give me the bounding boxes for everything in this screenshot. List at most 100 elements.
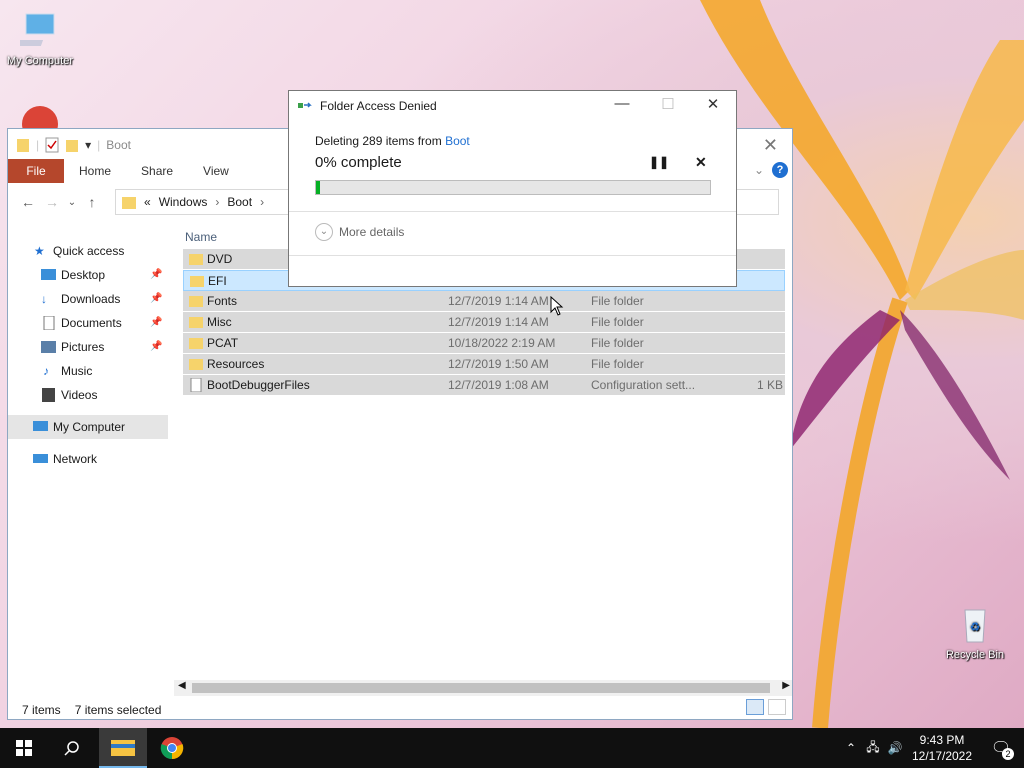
sidebar-item-label: Documents — [61, 316, 122, 330]
back-icon[interactable]: ← — [16, 194, 40, 210]
forward-icon[interactable]: → — [40, 194, 64, 210]
pin-icon[interactable]: 📌 — [150, 263, 162, 287]
sidebar-item-quick-access[interactable]: ★ Quick access — [8, 239, 168, 263]
notifications-button[interactable]: 🗨 2 — [978, 728, 1024, 768]
source-folder-link[interactable]: Boot — [445, 134, 470, 148]
file-date: 12/7/2019 1:14 AM — [448, 315, 549, 329]
sidebar-item-network[interactable]: Network — [8, 447, 168, 471]
horizontal-scrollbar[interactable]: ◀ ▶ — [174, 680, 792, 696]
sidebar-item-downloads[interactable]: ↓ Downloads 📌 — [8, 287, 168, 311]
system-tray: ⌃ 🖧 🔊 9:43 PM 12/17/2022 🗨 2 — [840, 728, 1024, 768]
mouse-cursor-icon — [550, 296, 564, 316]
sidebar-item-desktop[interactable]: Desktop 📌 — [8, 263, 168, 287]
clock[interactable]: 9:43 PM 12/17/2022 — [906, 732, 978, 764]
volume-icon[interactable]: 🔊 — [884, 741, 906, 755]
folder-icon — [189, 254, 203, 265]
table-row[interactable]: Misc 12/7/2019 1:14 AM File folder — [183, 312, 785, 333]
sidebar-item-label: Network — [53, 452, 98, 466]
sidebar-item-my-computer[interactable]: My Computer — [8, 415, 168, 439]
more-details-label: More details — [339, 225, 405, 239]
properties-icon[interactable] — [45, 137, 59, 153]
selected-count: 7 items selected — [74, 703, 162, 717]
desktop-icon-label: Recycle Bin — [945, 649, 1005, 661]
new-folder-icon[interactable] — [65, 137, 79, 153]
sidebar-item-music[interactable]: ♪ Music — [8, 359, 168, 383]
quick-access-dropdown-icon[interactable]: ▾ — [85, 138, 91, 152]
cancel-icon[interactable]: ✕ — [695, 154, 707, 171]
network-tray-icon[interactable]: 🖧 — [862, 738, 884, 759]
star-icon: ★ — [34, 244, 45, 258]
my-computer-desktop-icon[interactable]: My Computer — [0, 10, 80, 67]
tab-share[interactable]: Share — [126, 159, 188, 183]
table-row[interactable]: Fonts 12/7/2019 1:14 AM File folder — [183, 291, 785, 312]
explorer-close-button[interactable]: ✕ — [763, 135, 778, 156]
folder-icon — [189, 317, 203, 328]
folder-icon — [189, 359, 203, 370]
taskbar-file-explorer[interactable] — [99, 728, 147, 768]
scrollbar-thumb[interactable] — [192, 683, 770, 693]
tab-view[interactable]: View — [188, 159, 244, 183]
pause-icon[interactable]: ❚❚ — [649, 155, 669, 169]
chevron-down-icon: ⌄ — [315, 223, 333, 241]
sidebar-item-videos[interactable]: Videos — [8, 383, 168, 407]
operation-text: Deleting 289 items from — [315, 134, 446, 148]
large-icons-view-icon[interactable] — [768, 699, 786, 715]
search-button[interactable] — [48, 728, 96, 768]
folder-icon — [189, 296, 203, 307]
tab-home[interactable]: Home — [64, 159, 126, 183]
divider — [289, 211, 736, 212]
desktop-icon-label: My Computer — [6, 55, 74, 67]
breadcrumb-separator-icon[interactable]: › — [215, 195, 219, 209]
up-icon[interactable]: ↑ — [80, 194, 104, 210]
recycle-bin-desktop-icon[interactable]: ♻ Recycle Bin — [935, 604, 1015, 661]
table-row[interactable]: PCAT 10/18/2022 2:19 AM File folder — [183, 333, 785, 354]
file-type: File folder — [591, 336, 644, 350]
minimize-button[interactable]: — — [599, 95, 645, 117]
ribbon-expand-icon[interactable]: ⌄ — [754, 163, 764, 177]
table-row[interactable]: BootDebuggerFiles 12/7/2019 1:08 AM Config… — [183, 375, 785, 396]
scroll-right-icon[interactable]: ▶ — [782, 680, 790, 691]
show-hidden-icons-icon[interactable]: ⌃ — [840, 741, 862, 755]
music-icon: ♪ — [43, 364, 49, 378]
close-button[interactable]: ✕ — [690, 95, 736, 117]
scroll-left-icon[interactable]: ◀ — [178, 680, 186, 691]
chrome-desktop-icon[interactable] — [0, 104, 80, 142]
tab-file[interactable]: File — [8, 159, 64, 183]
breadcrumb-windows[interactable]: Windows — [159, 195, 208, 209]
address-overflow[interactable]: « — [144, 195, 151, 209]
file-type: File folder — [591, 357, 644, 371]
sidebar-item-documents[interactable]: Documents 📌 — [8, 311, 168, 335]
folder-icon — [190, 276, 204, 287]
sidebar-item-pictures[interactable]: Pictures 📌 — [8, 335, 168, 359]
folder-icon — [189, 338, 203, 349]
file-name: Resources — [207, 357, 265, 371]
file-type: File folder — [591, 294, 644, 308]
folder-icon — [17, 139, 29, 152]
file-name: BootDebuggerFiles — [207, 378, 310, 392]
help-icon[interactable]: ? — [772, 162, 788, 178]
breadcrumb-separator-icon[interactable]: › — [260, 195, 264, 209]
file-explorer-icon — [111, 740, 135, 756]
clock-date: 12/17/2022 — [911, 749, 973, 763]
file-date: 10/18/2022 2:19 AM — [448, 336, 556, 350]
document-icon — [43, 316, 55, 330]
delete-progress-dialog: Folder Access Denied — ☐ ✕ Deleting 289 … — [288, 90, 737, 287]
more-details-button[interactable]: ⌄ More details — [315, 223, 404, 241]
pin-icon[interactable]: 📌 — [150, 335, 162, 359]
maximize-button[interactable]: ☐ — [645, 95, 691, 117]
pin-icon[interactable]: 📌 — [150, 287, 162, 311]
start-button[interactable] — [0, 728, 48, 768]
details-view-icon[interactable] — [746, 699, 764, 715]
progress-bar — [315, 180, 711, 195]
folder-icon — [122, 197, 136, 209]
taskbar-chrome[interactable] — [148, 728, 196, 768]
recent-locations-icon[interactable]: ⌄ — [64, 197, 80, 208]
sidebar-item-label: My Computer — [53, 420, 126, 434]
file-name: Fonts — [207, 294, 238, 308]
navigation-pane: ★ Quick access Desktop 📌 ↓ Downloads 📌 Docum… — [8, 239, 168, 471]
breadcrumb-boot[interactable]: Boot — [227, 195, 252, 209]
pin-icon[interactable]: 📌 — [150, 311, 162, 335]
videos-icon — [42, 388, 55, 402]
search-icon — [64, 741, 79, 756]
table-row[interactable]: Resources 12/7/2019 1:50 AM File folder — [183, 354, 785, 375]
